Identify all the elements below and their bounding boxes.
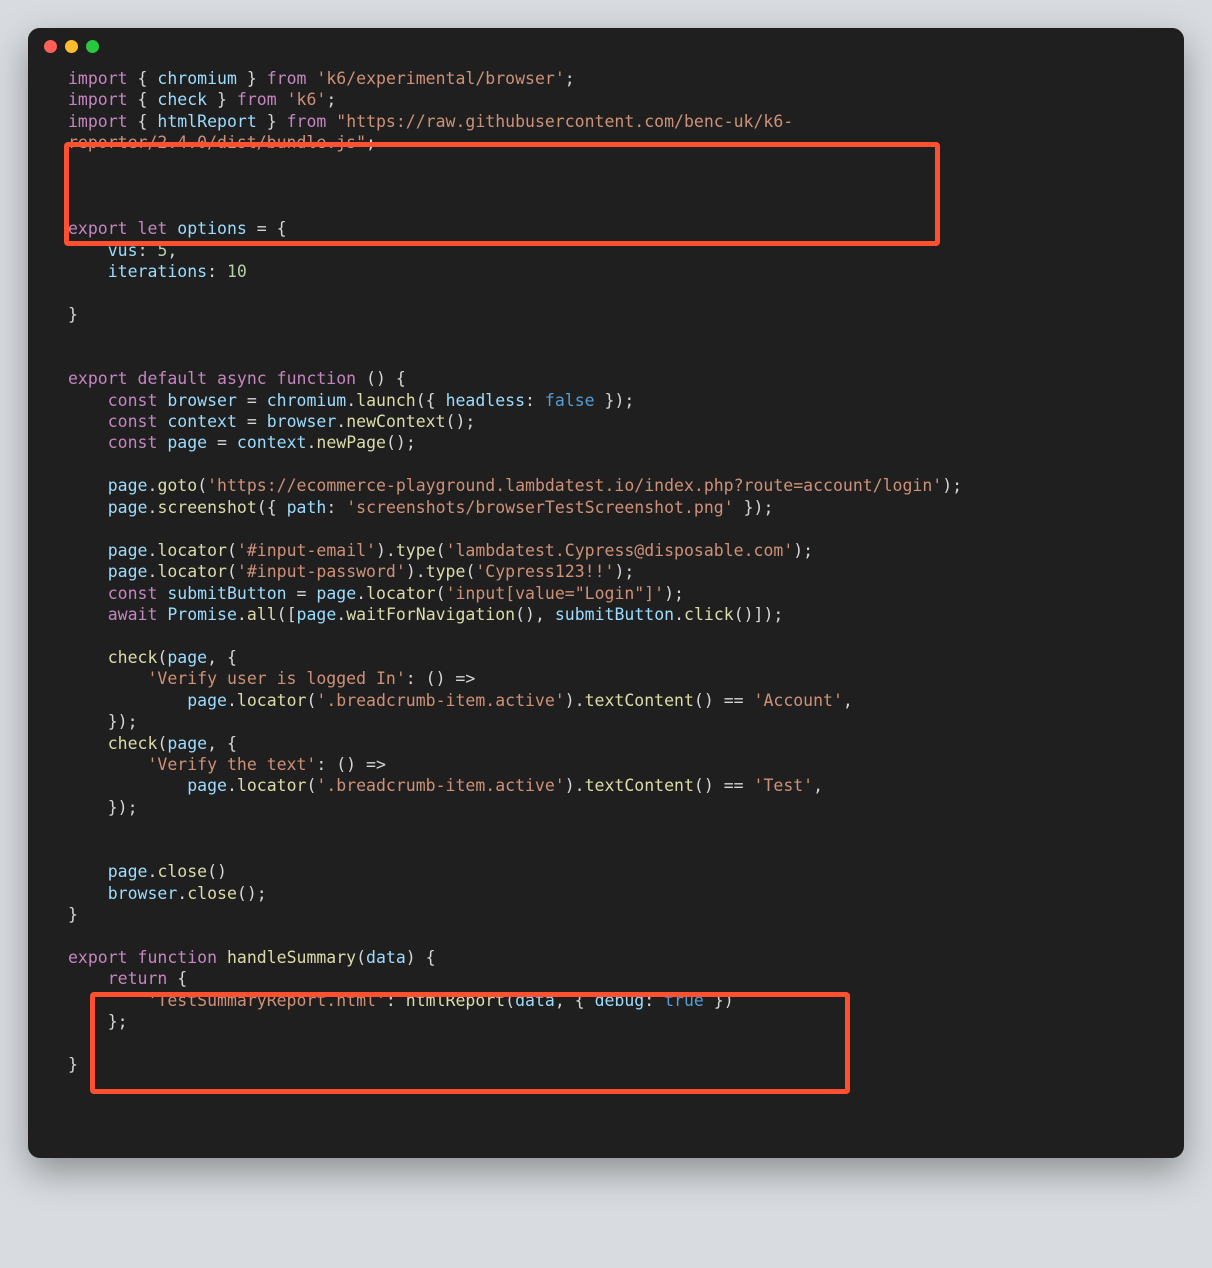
macos-titlebar [28,28,1184,64]
code-area[interactable]: import { chromium } from 'k6/experimenta… [28,64,1184,1096]
code-content: import { chromium } from 'k6/experimenta… [28,68,1184,1076]
window-close-button[interactable] [44,40,57,53]
code-editor-window: import { chromium } from 'k6/experimenta… [28,28,1184,1158]
window-zoom-button[interactable] [86,40,99,53]
window-minimize-button[interactable] [65,40,78,53]
